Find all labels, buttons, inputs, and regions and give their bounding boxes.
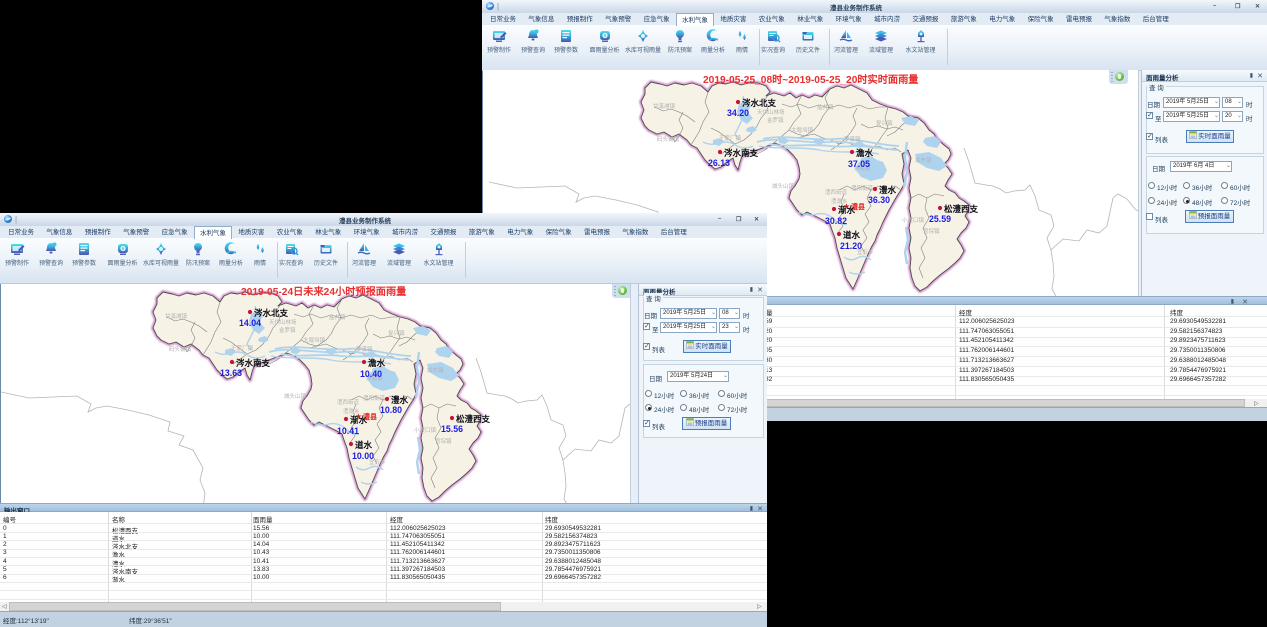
svg-text:10.41: 10.41	[337, 426, 359, 436]
svg-text:澧水: 澧水	[391, 395, 409, 405]
svg-text:澧水: 澧水	[879, 185, 897, 195]
svg-text:30.82: 30.82	[825, 216, 847, 226]
svg-text:道水: 道水	[843, 230, 861, 240]
svg-text:36.30: 36.30	[868, 195, 890, 205]
svg-text:10.40: 10.40	[360, 369, 382, 379]
svg-text:26.13: 26.13	[708, 158, 730, 168]
svg-text:松澧西支: 松澧西支	[944, 204, 979, 214]
svg-text:2019-05-24日未来24小时预报面雨量: 2019-05-24日未来24小时预报面雨量	[241, 285, 406, 298]
svg-text:37.05: 37.05	[848, 159, 870, 169]
svg-text:澹水: 澹水	[368, 358, 386, 368]
svg-text:涔水北支: 涔水北支	[254, 308, 289, 318]
svg-text:25.59: 25.59	[929, 214, 951, 224]
svg-text:澹水: 澹水	[856, 148, 874, 158]
svg-text:涔水南支: 涔水南支	[724, 148, 759, 158]
svg-text:34.20: 34.20	[727, 108, 749, 118]
svg-text:21.20: 21.20	[840, 241, 862, 251]
svg-text:13.63: 13.63	[220, 368, 242, 378]
svg-text:道水: 道水	[355, 440, 373, 450]
svg-text:2019-05-25_08时~2019-05-25_20时实: 2019-05-25_08时~2019-05-25_20时实时面雨量	[703, 73, 918, 86]
svg-text:14.04: 14.04	[239, 318, 261, 328]
svg-text:渐水: 渐水	[838, 205, 856, 215]
svg-text:10.00: 10.00	[352, 451, 374, 461]
svg-text:涔水北支: 涔水北支	[742, 98, 777, 108]
svg-text:15.56: 15.56	[441, 424, 463, 434]
svg-text:涔水南支: 涔水南支	[236, 358, 271, 368]
svg-text:渐水: 渐水	[350, 415, 368, 425]
svg-text:10.80: 10.80	[380, 405, 402, 415]
svg-text:松澧西支: 松澧西支	[456, 414, 491, 424]
